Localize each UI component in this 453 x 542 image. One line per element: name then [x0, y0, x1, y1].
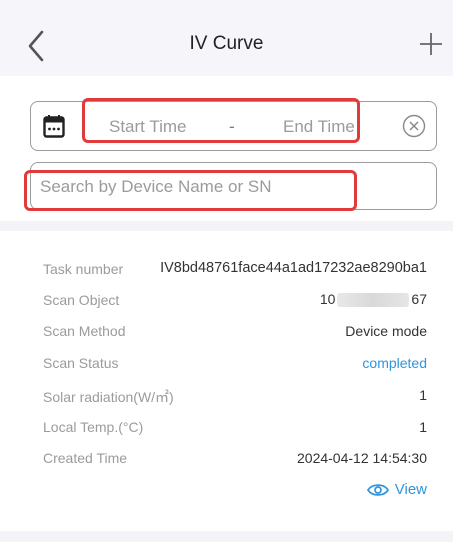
bottom-divider — [0, 531, 453, 542]
solar-radiation-label: Solar radiation(W/㎡) — [43, 389, 174, 405]
clear-circle-icon[interactable] — [402, 114, 426, 138]
plus-icon[interactable] — [418, 31, 444, 57]
search-highlight-box — [24, 170, 357, 211]
scan-object-suffix: 67 — [411, 291, 427, 307]
eye-icon — [366, 483, 389, 496]
created-time-value: 2024-04-12 14:54:30 — [297, 450, 427, 466]
date-highlight-box — [82, 98, 360, 143]
local-temp-value: 1 — [419, 419, 427, 435]
created-time-label: Created Time — [43, 450, 128, 466]
scan-method-value: Device mode — [345, 323, 427, 339]
scan-object-value: 10 67 — [319, 291, 427, 308]
local-temp-label: Local Temp.(°C) — [43, 419, 144, 435]
scan-method-label: Scan Method — [43, 323, 126, 339]
task-number-label: Task number — [43, 261, 124, 277]
scan-status-value: completed — [362, 355, 427, 371]
view-button[interactable]: View — [366, 481, 427, 498]
app-header: IV Curve — [0, 0, 453, 76]
redacted-segment — [337, 293, 410, 308]
solar-radiation-value: 1 — [419, 387, 427, 403]
scan-object-label: Scan Object — [43, 292, 120, 308]
view-label: View — [394, 481, 427, 498]
page-title: IV Curve — [189, 33, 264, 54]
section-divider — [0, 221, 453, 231]
task-number-value: IV8bd48761face44a1ad17232ae8290ba1 — [160, 260, 427, 276]
scan-status-label: Scan Status — [43, 355, 119, 371]
calendar-icon[interactable] — [43, 114, 65, 138]
scan-object-prefix: 10 — [319, 291, 336, 307]
